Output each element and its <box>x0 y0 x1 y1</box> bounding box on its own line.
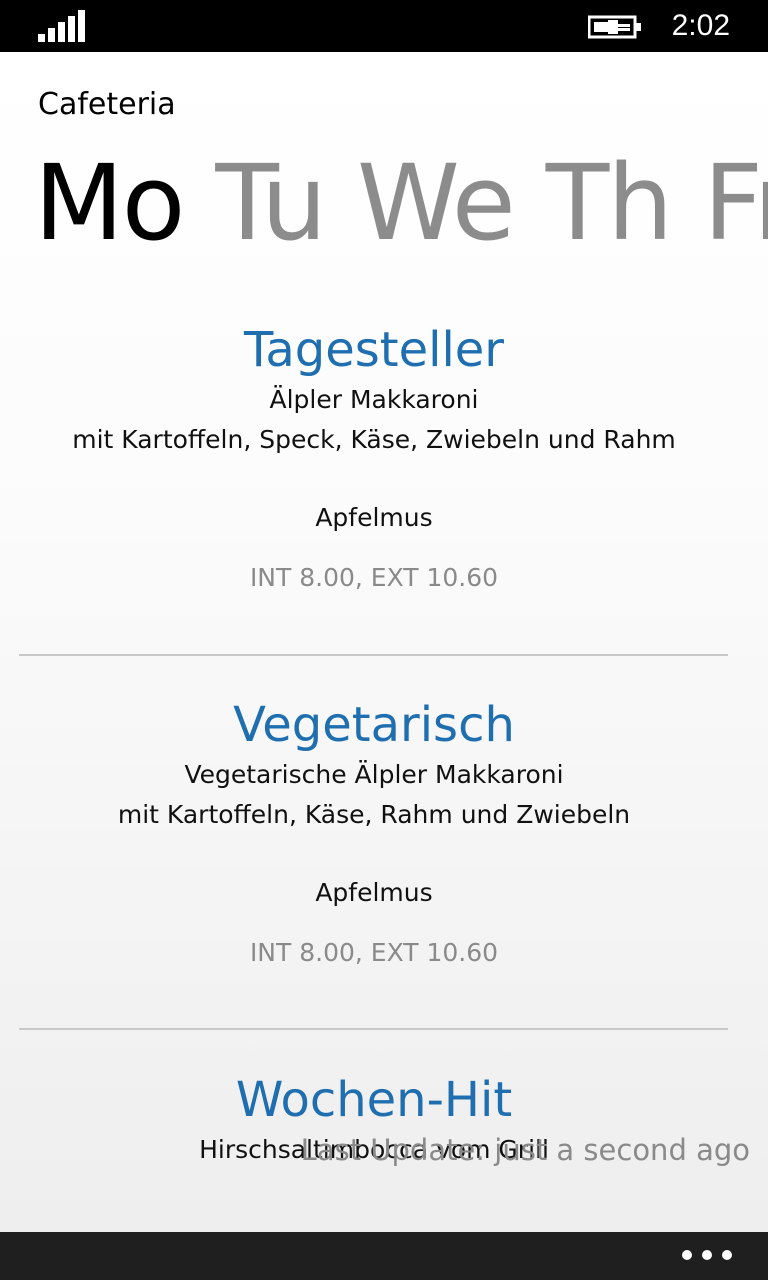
more-options-button[interactable] <box>682 1242 738 1270</box>
menu-item-title: Vegetarisch <box>233 697 515 753</box>
menu-item-title: Tagesteller <box>243 322 505 378</box>
menu-item-description: mit Kartoffeln, Käse, Rahm und Zwiebeln <box>117 800 631 829</box>
menu-item-price: INT 8.00, EXT 10.60 <box>249 563 499 592</box>
menu-item-tagesteller: Tagesteller Älpler Makkaroni mit Kartoff… <box>0 320 748 598</box>
ellipsis-icon <box>682 1250 692 1260</box>
menu-item-dish: Älpler Makkaroni <box>269 385 479 414</box>
battery-charging-icon <box>588 15 641 39</box>
status-time: 2:02 <box>671 9 730 42</box>
menu-item-side: Apfelmus <box>315 878 433 907</box>
menu-item-title: Wochen-Hit <box>235 1072 513 1128</box>
menu-item-vegetarisch: Vegetarisch Vegetarische Älpler Makkaron… <box>0 695 748 973</box>
pivot-tab-we[interactable]: We <box>357 138 516 268</box>
pivot-tab-fr[interactable]: Fr <box>703 138 768 268</box>
menu-item-description: mit Kartoffeln, Speck, Käse, Zwiebeln un… <box>72 425 676 454</box>
menu-item-price: INT 8.00, EXT 10.60 <box>249 938 499 967</box>
signal-strength-icon <box>38 10 88 42</box>
status-bar: 2:02 <box>0 0 768 52</box>
day-pivot: MoTuWeThFr <box>34 138 768 268</box>
menu-item-dish: Vegetarische Älpler Makkaroni <box>184 760 564 789</box>
last-update-text: Last Update: just a second ago <box>300 1133 750 1167</box>
app-bar <box>0 1232 768 1280</box>
divider <box>19 1028 728 1030</box>
main-content: Cafeteria MoTuWeThFr Tagesteller Älpler … <box>0 52 768 1232</box>
pivot-tab-th[interactable]: Th <box>546 138 673 268</box>
app-title: Cafeteria <box>38 87 176 122</box>
pivot-tab-mo[interactable]: Mo <box>34 138 185 268</box>
pivot-tab-tu[interactable]: Tu <box>215 138 327 268</box>
divider <box>19 654 728 656</box>
menu-item-side: Apfelmus <box>315 503 433 532</box>
